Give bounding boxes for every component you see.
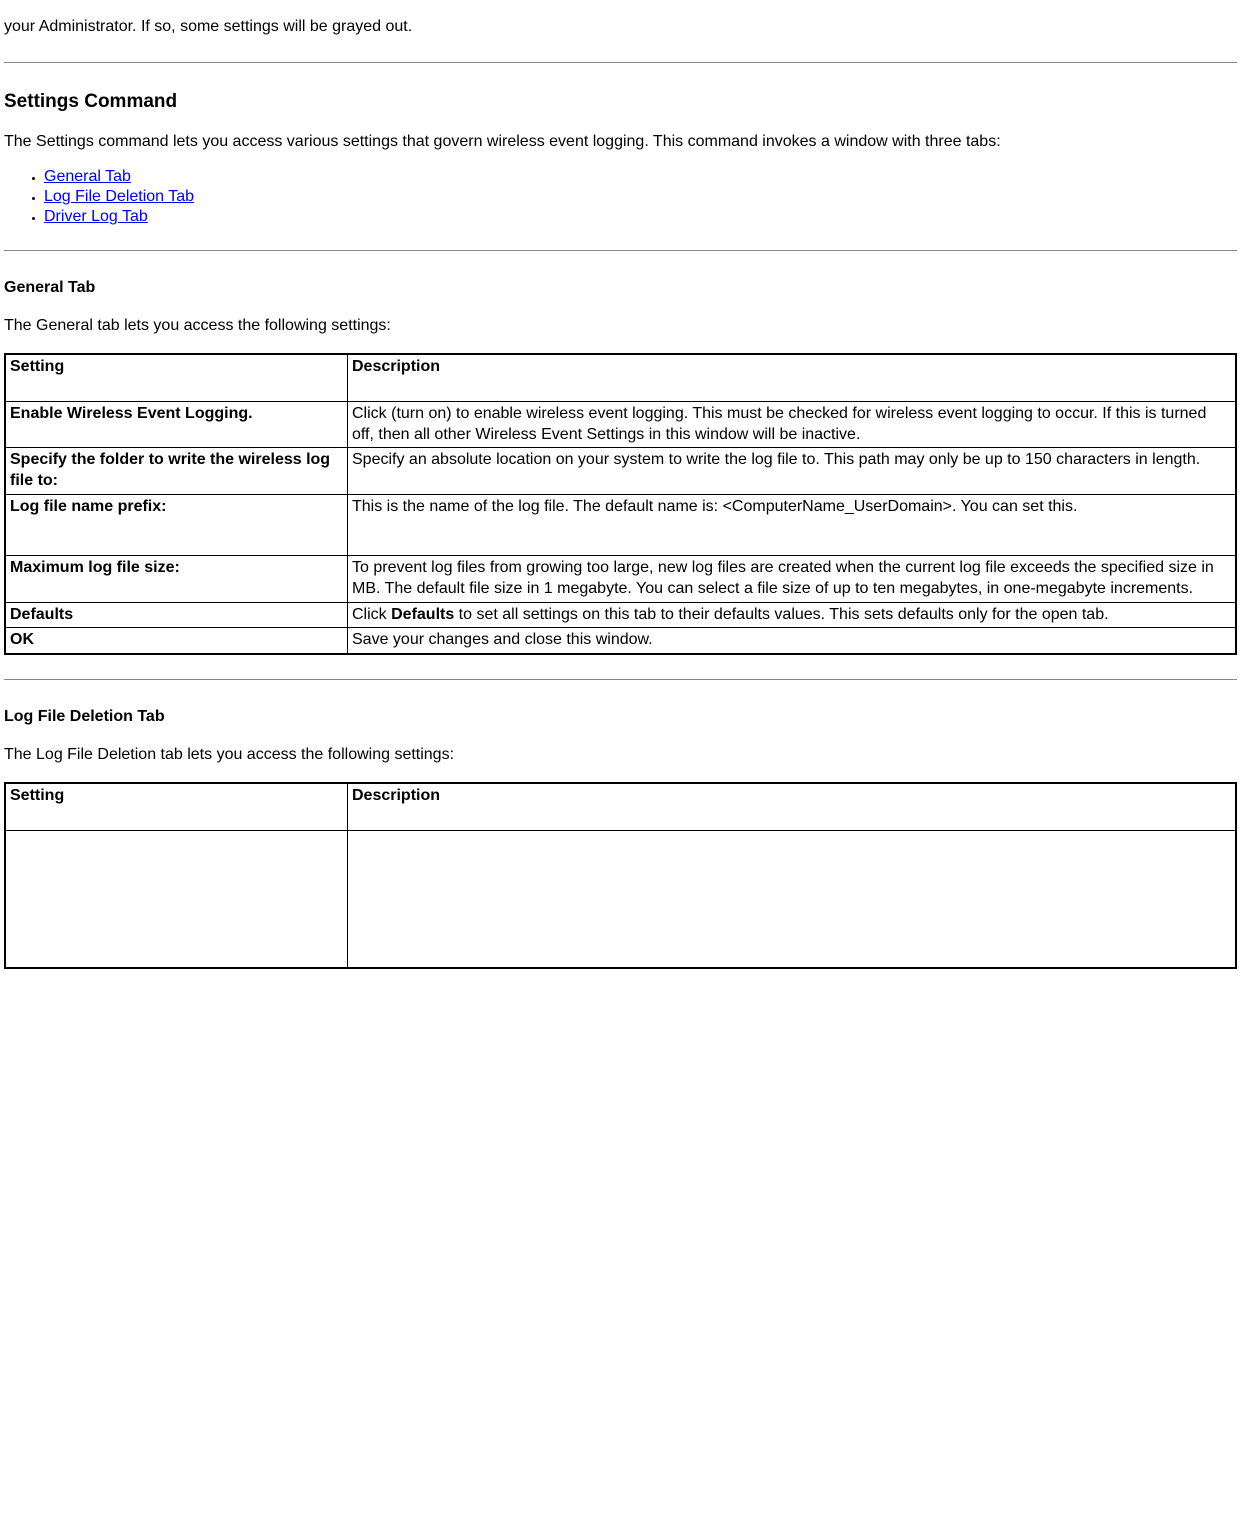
setting-label: Specify the folder to write the wireless… xyxy=(10,451,330,489)
setting-description xyxy=(348,830,1237,968)
intro-fragment: your Administrator. If so, some settings… xyxy=(4,16,1237,38)
list-item: General Tab xyxy=(44,168,1237,186)
setting-label: OK xyxy=(10,631,34,648)
setting-name: Defaults xyxy=(5,602,348,628)
setting-description: To prevent log files from growing too la… xyxy=(348,555,1237,602)
setting-name: Enable Wireless Event Logging. xyxy=(5,401,348,448)
setting-label: Defaults xyxy=(10,606,73,623)
log-file-deletion-table: Setting Description xyxy=(4,782,1237,969)
th-setting: Setting xyxy=(5,783,348,831)
th-setting: Setting xyxy=(5,354,348,402)
setting-description: Save your changes and close this window. xyxy=(348,628,1237,654)
setting-label: Maximum log file size: xyxy=(10,559,180,576)
setting-description: Specify an absolute location on your sys… xyxy=(348,448,1237,495)
table-header-row: Setting Description xyxy=(5,354,1236,402)
tab-link-list: General Tab Log File Deletion Tab Driver… xyxy=(4,168,1237,226)
table-row: Enable Wireless Event Logging. Click (tu… xyxy=(5,401,1236,448)
settings-command-heading: Settings Command xyxy=(4,91,1237,113)
table-row: Log file name prefix: This is the name o… xyxy=(5,494,1236,555)
general-tab-heading: General Tab xyxy=(4,279,1237,297)
log-file-deletion-tab-para: The Log File Deletion tab lets you acces… xyxy=(4,744,1237,766)
setting-description: This is the name of the log file. The de… xyxy=(348,494,1237,555)
general-tab-para: The General tab lets you access the foll… xyxy=(4,315,1237,337)
setting-name: OK xyxy=(5,628,348,654)
table-header-row: Setting Description xyxy=(5,783,1236,831)
log-file-deletion-tab-heading: Log File Deletion Tab xyxy=(4,708,1237,726)
table-row: Maximum log file size: To prevent log fi… xyxy=(5,555,1236,602)
th-description: Description xyxy=(348,354,1237,402)
settings-command-para: The Settings command lets you access var… xyxy=(4,131,1237,153)
desc-part-b: Defaults xyxy=(391,606,454,623)
table-row xyxy=(5,830,1236,968)
link-general-tab[interactable]: General Tab xyxy=(44,168,131,185)
desc-part-c: to set all settings on this tab to their… xyxy=(454,606,1108,623)
th-description: Description xyxy=(348,783,1237,831)
setting-description: Click (turn on) to enable wireless event… xyxy=(348,401,1237,448)
setting-label: Enable Wireless Event Logging. xyxy=(10,405,253,422)
table-row: Defaults Click Defaults to set all setti… xyxy=(5,602,1236,628)
link-driver-log-tab[interactable]: Driver Log Tab xyxy=(44,208,148,225)
setting-name: Log file name prefix: xyxy=(5,494,348,555)
link-log-file-deletion-tab[interactable]: Log File Deletion Tab xyxy=(44,188,194,205)
table-row: OK Save your changes and close this wind… xyxy=(5,628,1236,654)
setting-label: Log file name prefix: xyxy=(10,498,166,515)
divider xyxy=(4,679,1237,680)
list-item: Log File Deletion Tab xyxy=(44,188,1237,206)
list-item: Driver Log Tab xyxy=(44,208,1237,226)
setting-description: Click Defaults to set all settings on th… xyxy=(348,602,1237,628)
setting-name xyxy=(5,830,348,968)
general-tab-table: Setting Description Enable Wireless Even… xyxy=(4,353,1237,655)
setting-name: Specify the folder to write the wireless… xyxy=(5,448,348,495)
divider xyxy=(4,250,1237,251)
divider xyxy=(4,62,1237,63)
table-row: Specify the folder to write the wireless… xyxy=(5,448,1236,495)
desc-part-a: Click xyxy=(352,606,391,623)
setting-name: Maximum log file size: xyxy=(5,555,348,602)
